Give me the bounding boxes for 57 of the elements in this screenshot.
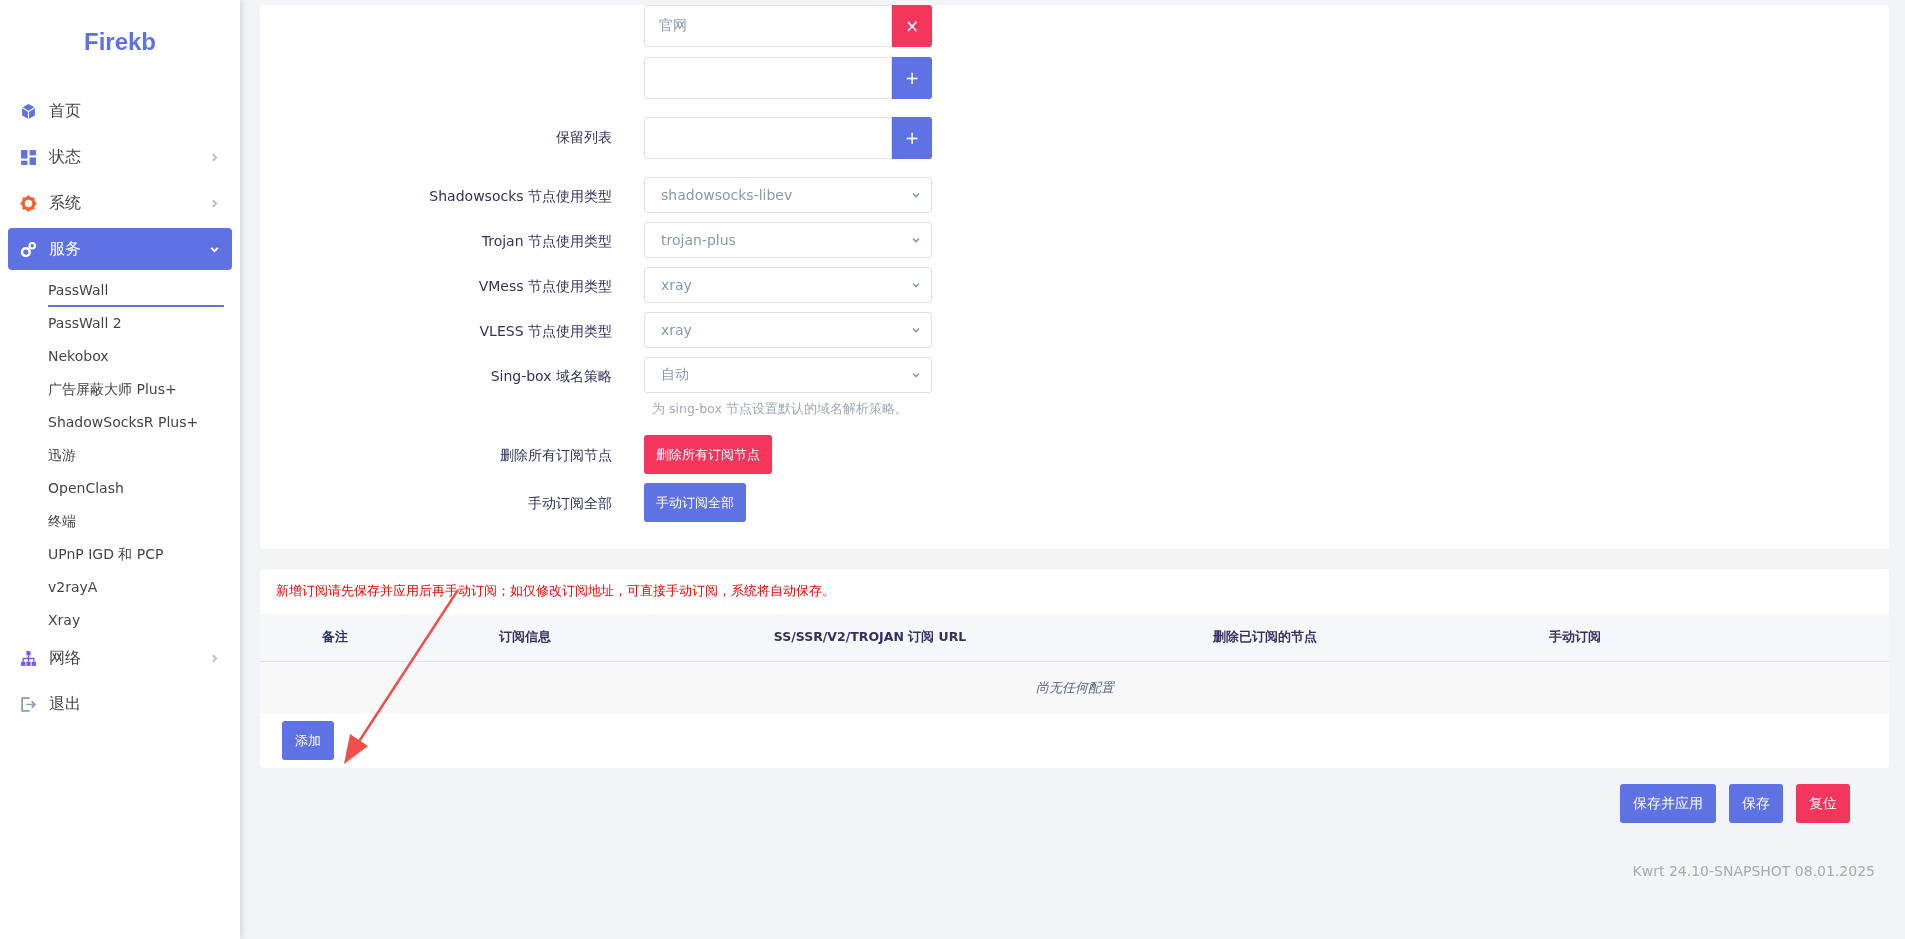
nav-item[interactable]: 退出: [8, 683, 232, 725]
submenu-item[interactable]: Nekobox: [48, 340, 224, 373]
submenu-item[interactable]: OpenClash: [48, 472, 224, 505]
add-button[interactable]: 添加: [282, 721, 334, 760]
field-label: 删除所有订阅节点: [500, 447, 612, 465]
submenu-item[interactable]: ShadowSocksR Plus+: [48, 406, 224, 439]
version-text: Kwrt 24.10-SNAPSHOT 08.01.2025: [1632, 863, 1875, 879]
submenu-item[interactable]: 迅游: [48, 439, 224, 472]
field-label: VMess 节点使用类型: [478, 278, 612, 296]
action-button[interactable]: 手动订阅全部: [644, 483, 746, 522]
notice-text: 新增订阅请先保存并应用后再手动订阅；如仅修改订阅地址，可直接手动订阅，系统将自动保存。: [275, 583, 836, 600]
field-label: Sing-box 域名策略: [490, 368, 612, 386]
nav-item[interactable]: 首页: [8, 90, 232, 132]
field-label: Trojan 节点使用类型: [481, 233, 612, 251]
remove-button[interactable]: ×: [892, 5, 932, 47]
submenu-item[interactable]: PassWall 2: [48, 307, 224, 340]
column-header: 删除已订阅的节点: [1213, 629, 1317, 644]
chevron-down-icon: [911, 235, 921, 245]
field-label: 保留列表: [556, 129, 612, 147]
action-button[interactable]: 复位: [1796, 784, 1850, 823]
sitemap-icon: [20, 649, 37, 667]
gear-icon: [20, 194, 37, 212]
submenu-item[interactable]: UPnP IGD 和 PCP: [48, 538, 224, 571]
input-field[interactable]: [644, 57, 892, 99]
input-field[interactable]: [644, 117, 892, 159]
action-button[interactable]: 删除所有订阅节点: [644, 435, 772, 474]
column-header: SS/SSR/V2/TROJAN 订阅 URL: [773, 629, 967, 644]
logout-icon: [20, 695, 37, 713]
field-label: Shadowsocks 节点使用类型: [429, 188, 612, 206]
dashboard-icon: [20, 148, 37, 166]
submenu-item[interactable]: PassWall: [48, 274, 224, 307]
field-label: 手动订阅全部: [528, 495, 612, 513]
cube-icon: [20, 102, 37, 120]
add-button[interactable]: +: [892, 57, 932, 99]
nav-item[interactable]: 服务: [8, 228, 232, 270]
chevron-down-icon: [911, 370, 921, 380]
gears-icon: [20, 240, 37, 258]
action-button[interactable]: 保存并应用: [1620, 784, 1716, 823]
submenu-item[interactable]: 终端: [48, 505, 224, 538]
column-header: 订阅信息: [499, 629, 551, 644]
add-button[interactable]: +: [892, 117, 932, 159]
logo: Firekb: [83, 28, 157, 56]
column-header: 备注: [322, 629, 348, 644]
submenu-item[interactable]: v2rayA: [48, 571, 224, 604]
field-label: VLESS 节点使用类型: [479, 323, 612, 341]
empty-text: 尚无任何配置: [1035, 678, 1114, 697]
submenu-item[interactable]: 广告屏蔽大师 Plus+: [48, 373, 224, 406]
chevron-down-icon: [911, 190, 921, 200]
action-button[interactable]: 保存: [1729, 784, 1783, 823]
chevron-down-icon: [911, 280, 921, 290]
chevron-down-icon: [911, 325, 921, 335]
nav-item[interactable]: 网络: [8, 637, 232, 679]
nav-item[interactable]: 系统: [8, 182, 232, 224]
column-header: 手动订阅: [1549, 629, 1601, 644]
help-text: 为 sing-box 节点设置默认的域名解析策略。: [652, 401, 909, 418]
submenu-item[interactable]: Xray: [48, 604, 224, 637]
nav-item[interactable]: 状态: [8, 136, 232, 178]
